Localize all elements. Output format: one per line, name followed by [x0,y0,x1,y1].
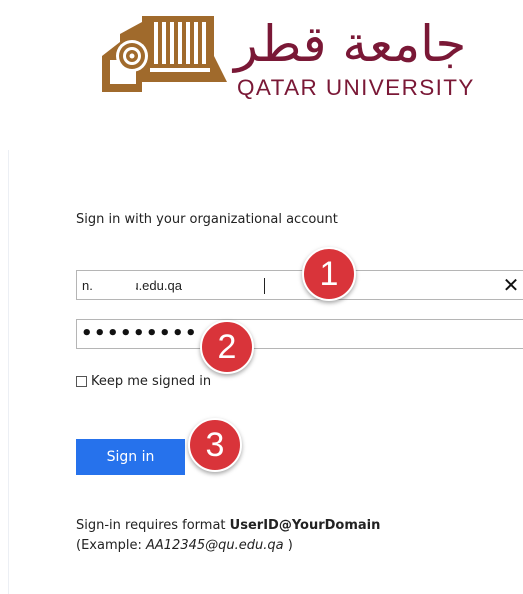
clear-icon[interactable]: ✕ [499,273,523,297]
username-input[interactable]: n. 40@qu.edu.qa ✕ [76,270,523,300]
page-divider [8,150,9,594]
format-example-value: AA12345@qu.edu.qa [145,538,284,553]
keep-signed-in-checkbox[interactable] [76,376,87,387]
qatar-university-logo: جامعة قطر QATAR UNIVERSITY [102,12,502,102]
logo-arabic-name: جامعة قطر [234,15,467,73]
step-badge-3: 3 [188,418,242,472]
password-mask: ••••••••• [81,323,199,344]
format-help-line-1: Sign-in requires format UserID@YourDomai… [76,516,380,536]
logo-english-name: QATAR UNIVERSITY [237,75,475,100]
keep-signed-in-option[interactable]: Keep me signed in [76,374,211,389]
format-help-line-2: (Example: AA12345@qu.edu.qa ) [76,536,380,556]
step-badge-2: 2 [200,320,254,374]
keep-signed-in-label[interactable]: Keep me signed in [91,374,211,389]
step-badge-1: 1 [302,247,356,301]
redaction-mask [96,275,136,293]
format-example-open: (Example: [76,538,146,553]
password-input[interactable]: ••••••••• [76,319,523,349]
format-help: Sign-in requires format UserID@YourDomai… [76,516,380,556]
format-help-prefix: Sign-in requires format [76,518,230,533]
format-example-close: ) [283,538,293,553]
sign-in-button[interactable]: Sign in [76,439,185,475]
university-emblem-icon [102,16,227,92]
text-caret [264,278,265,294]
sign-in-prompt: Sign in with your organizational account [76,212,338,227]
format-help-pattern: UserID@YourDomain [229,518,381,533]
